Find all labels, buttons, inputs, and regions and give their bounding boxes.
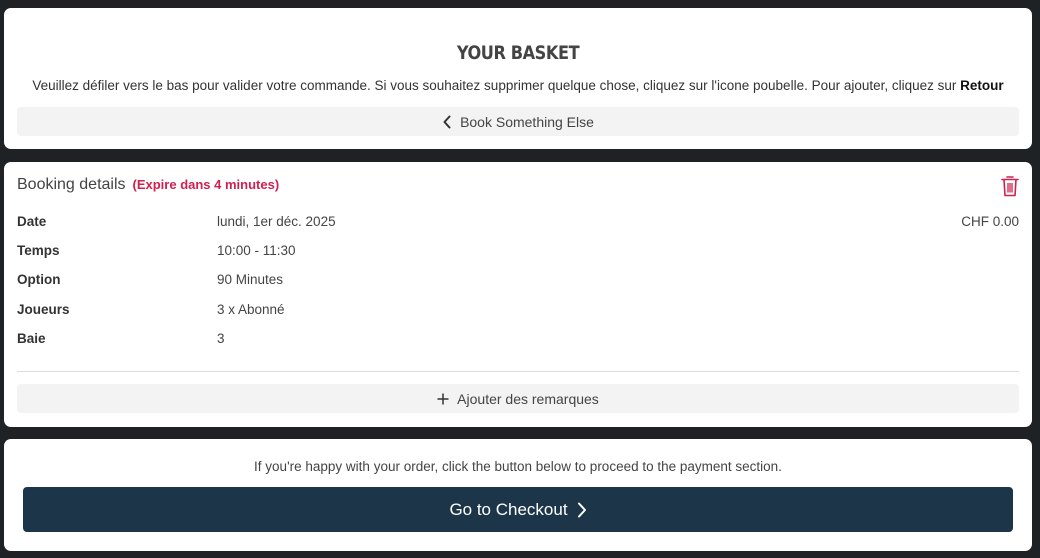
booking-details-card: Booking details (Expire dans 4 minutes) … <box>4 162 1032 427</box>
expiry-notice: (Expire dans 4 minutes) <box>132 177 280 192</box>
booking-details-title: Booking details <box>17 176 126 193</box>
checkout-card: If you're happy with your order, click t… <box>4 439 1032 551</box>
detail-value: 3 x Abonné <box>217 302 285 317</box>
trash-icon[interactable] <box>1000 175 1020 197</box>
detail-value: 3 <box>217 331 225 346</box>
detail-key: Date <box>17 214 47 229</box>
detail-key: Option <box>17 272 61 287</box>
detail-key: Baie <box>17 331 46 346</box>
detail-key: Joueurs <box>17 302 70 317</box>
plus-icon <box>437 393 449 404</box>
detail-value: 90 Minutes <box>217 272 284 287</box>
basket-instructions: Veuillez défiler vers le bas pour valide… <box>4 78 1032 93</box>
booking-details-heading: Booking details (Expire dans 4 minutes) <box>17 176 279 194</box>
detail-value: 10:00 - 11:30 <box>217 243 296 258</box>
instructions-text: Veuillez défiler vers le bas pour valide… <box>32 78 957 93</box>
detail-value: lundi, 1er déc. 2025 <box>217 214 336 229</box>
go-to-checkout-button[interactable]: Go to Checkout <box>23 487 1013 532</box>
add-remarks-button[interactable]: Ajouter des remarques <box>17 384 1019 413</box>
basket-card: YOUR BASKET Veuillez défiler vers le bas… <box>4 8 1032 149</box>
instructions-bold-link: Retour <box>960 78 1004 93</box>
chevron-right-icon <box>577 502 586 517</box>
back-button-label: Book Something Else <box>460 113 594 130</box>
chevron-left-icon <box>443 115 451 128</box>
checkout-button-label: Go to Checkout <box>449 499 568 519</box>
price: CHF 0.00 <box>961 214 1019 229</box>
detail-key: Temps <box>17 243 60 258</box>
page-title: YOUR BASKET <box>456 42 580 64</box>
book-something-else-button[interactable]: Book Something Else <box>17 107 1019 136</box>
add-remarks-label: Ajouter des remarques <box>457 390 599 407</box>
divider <box>17 371 1019 372</box>
checkout-info: If you're happy with your order, click t… <box>254 459 782 474</box>
